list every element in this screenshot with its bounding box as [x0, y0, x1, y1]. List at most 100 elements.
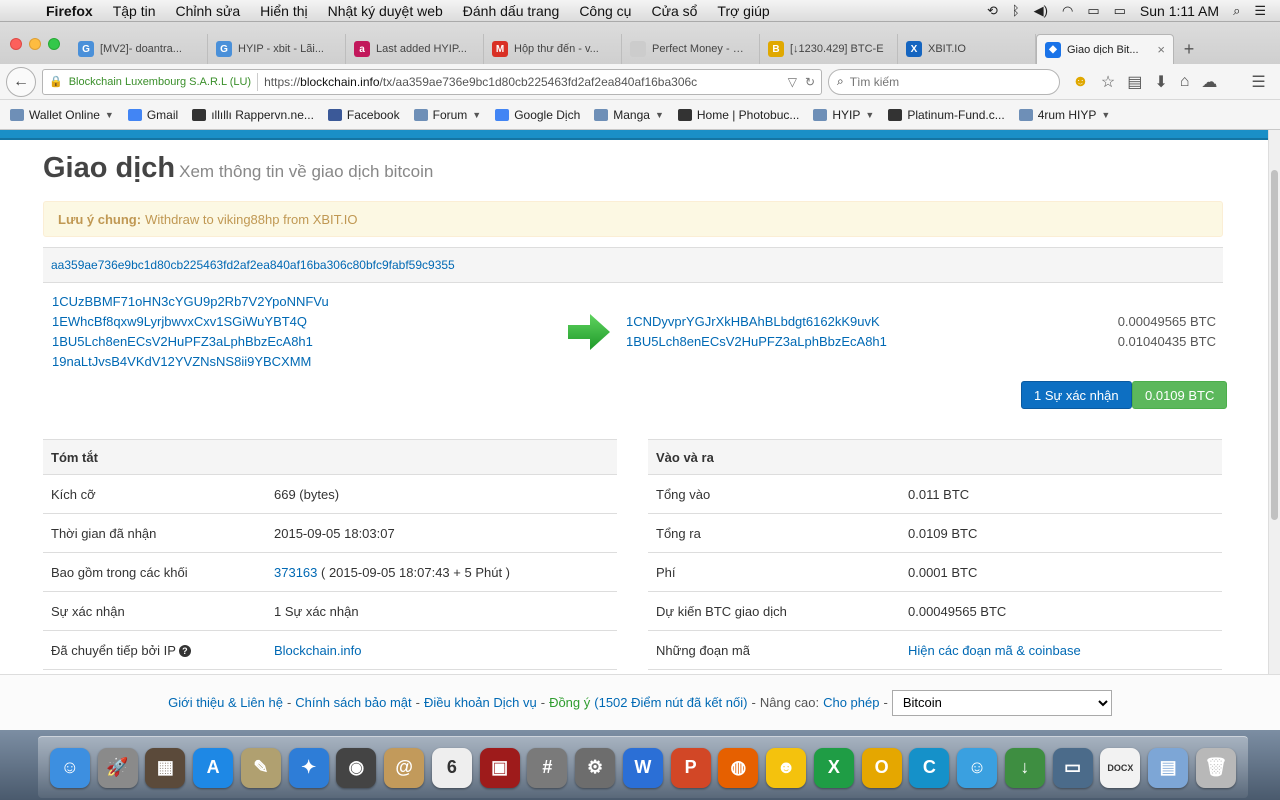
chat-smiley-icon[interactable]: ☻	[766, 747, 807, 788]
currency-select[interactable]: Bitcoin	[891, 689, 1112, 716]
battery-icon[interactable]: ▭	[1114, 3, 1126, 19]
volume-icon[interactable]: ◀︎)	[1034, 3, 1048, 19]
input-address[interactable]: 1CUzBBMF71oHN3cYGU9p2Rb7V2YpoNNFVu	[52, 292, 329, 312]
input-address[interactable]: 1EWhcBf8qxw9LyrjbwvxCxv1SGiWuYBT4Q	[52, 312, 329, 332]
dropdown-icon[interactable]: ▽	[788, 75, 797, 89]
minimize-window-button[interactable]	[29, 38, 41, 50]
powerpoint-icon[interactable]: P	[670, 747, 711, 788]
bookmark-item[interactable]: Gmail	[127, 108, 178, 122]
bookmark-star-icon[interactable]: ☆	[1101, 72, 1115, 92]
page-scrollbar[interactable]	[1268, 130, 1280, 674]
block-height-link[interactable]: 373163	[274, 565, 317, 580]
browser-tab[interactable]: M Hộp thư đến - v...	[484, 34, 622, 64]
menu-item-edit[interactable]: Chỉnh sửa	[166, 3, 251, 19]
url-bar[interactable]: 🔒 Blockchain Luxembourg S.A.R.L (LU) htt…	[42, 68, 822, 95]
bluetooth-icon[interactable]: ᛒ	[1012, 3, 1020, 18]
close-window-button[interactable]	[10, 38, 22, 50]
reading-list-icon[interactable]: ▤	[1127, 72, 1142, 92]
search-bar[interactable]: ⌕	[828, 68, 1060, 95]
contacts-icon[interactable]: @	[384, 747, 425, 788]
menu-app-name[interactable]: Firefox	[36, 3, 103, 19]
app-store-icon[interactable]: A	[193, 747, 234, 788]
bookmark-item[interactable]: Facebook	[327, 108, 400, 122]
privacy-policy-link[interactable]: Chính sách bảo mật	[295, 695, 411, 710]
scrollbar-thumb[interactable]	[1271, 170, 1278, 520]
tx-hash-link[interactable]: aa359ae736e9bc1d80cb225463fd2af2ea840af1…	[51, 258, 455, 272]
new-tab-button[interactable]: +	[1174, 34, 1204, 64]
identity-org[interactable]: Blockchain Luxembourg S.A.R.L (LU)	[69, 76, 251, 88]
nodes-link[interactable]: (1502 Điểm nút đã kết nối)	[594, 695, 747, 710]
allow-link[interactable]: Cho phép	[823, 695, 879, 710]
lock-icon[interactable]: 🔒	[49, 75, 63, 88]
time-machine-icon[interactable]: ⟲	[987, 3, 998, 19]
bookmark-item[interactable]: 4rum HIYP ▼	[1018, 108, 1110, 122]
extension-icon[interactable]: ☻	[1072, 73, 1089, 91]
menu-item-bookmarks[interactable]: Đánh dấu trang	[453, 3, 570, 19]
photo-booth-icon[interactable]: ▣	[479, 747, 520, 788]
url-text[interactable]: https://blockchain.info/tx/aa359ae736e9b…	[264, 75, 782, 89]
bookmark-item[interactable]: HYIP ▼	[813, 108, 874, 122]
output-address[interactable]: 1BU5Lch8enECsV2HuPFZ3aLphBbzEcA8h1	[626, 332, 887, 352]
browser-tab[interactable]: B [↓1230.429] BTC-E	[760, 34, 898, 64]
input-address[interactable]: 1BU5Lch8enECsV2HuPFZ3aLphBbzEcA8h1	[52, 332, 329, 352]
chat-icon[interactable]: ☁	[1201, 72, 1217, 92]
firefox-icon[interactable]: ◍	[718, 747, 759, 788]
bookmark-item[interactable]: Manga ▼	[594, 108, 664, 122]
notification-center-icon[interactable]: ☰	[1254, 3, 1266, 19]
consensus-link[interactable]: Đồng ý	[549, 695, 590, 710]
menu-item-tools[interactable]: Công cụ	[569, 3, 641, 19]
menu-item-help[interactable]: Trợ giúp	[707, 3, 779, 19]
outlook-icon[interactable]: O	[861, 747, 902, 788]
browser-tab[interactable]: X XBIT.IO	[898, 34, 1036, 64]
clock[interactable]: Sun 1:11 AM	[1140, 3, 1219, 19]
confirmations-button[interactable]: 1 Sự xác nhận	[1021, 381, 1132, 409]
documents-folder-icon[interactable]: ▤	[1148, 747, 1189, 788]
menu-item-file[interactable]: Tập tin	[103, 3, 166, 19]
c-app-icon[interactable]: C	[909, 747, 950, 788]
terms-link[interactable]: Điều khoản Dịch vụ	[424, 695, 537, 710]
flag-icon[interactable]: ▭	[1087, 3, 1099, 19]
relayed-by-link[interactable]: Blockchain.info	[274, 643, 361, 658]
reload-icon[interactable]: ↻	[805, 75, 815, 89]
browser-tab[interactable]: ◆ Giao dịch Bit... ×	[1036, 34, 1174, 64]
home-icon[interactable]: ⌂	[1180, 73, 1190, 91]
menu-item-view[interactable]: Hiển thị	[250, 3, 317, 19]
finder-icon[interactable]: ☺	[49, 747, 90, 788]
bookmark-item[interactable]: ıllıllı Rappervn.ne...	[192, 108, 314, 122]
browser-tab[interactable]: G HYIP - xbit - Lãi...	[208, 34, 346, 64]
browser-tab[interactable]: G [MV2]- doantra...	[70, 34, 208, 64]
launchpad-icon[interactable]: 🚀	[97, 747, 138, 788]
wifi-icon[interactable]: ◠	[1062, 3, 1073, 19]
browser-tab[interactable]: a Last added HYIP...	[346, 34, 484, 64]
system-preferences-icon[interactable]: ⚙	[575, 747, 616, 788]
download-icon[interactable]: ⬇	[1154, 72, 1167, 92]
about-contact-link[interactable]: Giới thiệu & Liên hệ	[168, 695, 283, 710]
docx-file-icon[interactable]: DOCX	[1100, 747, 1141, 788]
word-icon[interactable]: W	[622, 747, 663, 788]
screen-sharing-icon[interactable]: ▭	[1052, 747, 1093, 788]
trash-icon[interactable]: 🗑	[1195, 747, 1236, 788]
excel-icon[interactable]: X	[813, 747, 854, 788]
preview-icon[interactable]: ✎	[240, 747, 281, 788]
bookmark-item[interactable]: Forum ▼	[413, 108, 481, 122]
safari-icon[interactable]: ✦	[288, 747, 329, 788]
help-icon[interactable]: ?	[178, 644, 191, 657]
total-amount-button[interactable]: 0.0109 BTC	[1132, 381, 1228, 409]
bookmark-item[interactable]: Wallet Online ▼	[10, 108, 114, 122]
back-button[interactable]: ←	[6, 66, 36, 97]
downloader-icon[interactable]: ↓	[1004, 747, 1045, 788]
menu-item-history[interactable]: Nhật ký duyệt web	[318, 3, 453, 19]
show-scripts-link[interactable]: Hiện các đoạn mã & coinbase	[908, 643, 1081, 658]
facetime-icon[interactable]: ◉	[336, 747, 377, 788]
spotlight-search-icon[interactable]: ⌕	[1233, 3, 1240, 19]
input-address[interactable]: 19naLtJvsB4VKdV12YVZNsNS8ii9YBCXMM	[52, 352, 329, 372]
bookmark-item[interactable]: Home | Photobuc...	[677, 108, 799, 122]
calendar-icon[interactable]: 6	[431, 747, 472, 788]
hamburger-menu-icon[interactable]: ☰	[1251, 72, 1265, 92]
browser-tab[interactable]: Perfect Money - Way...	[622, 34, 760, 64]
search-input[interactable]	[849, 74, 1040, 89]
bookmark-item[interactable]: Platinum-Fund.c...	[888, 108, 1005, 122]
output-address[interactable]: 1CNDyvprYGJrXkHBAhBLbdgt6162kK9uvK	[626, 312, 880, 332]
mission-control-icon[interactable]: ▦	[145, 747, 186, 788]
close-tab-icon[interactable]: ×	[1157, 42, 1165, 57]
